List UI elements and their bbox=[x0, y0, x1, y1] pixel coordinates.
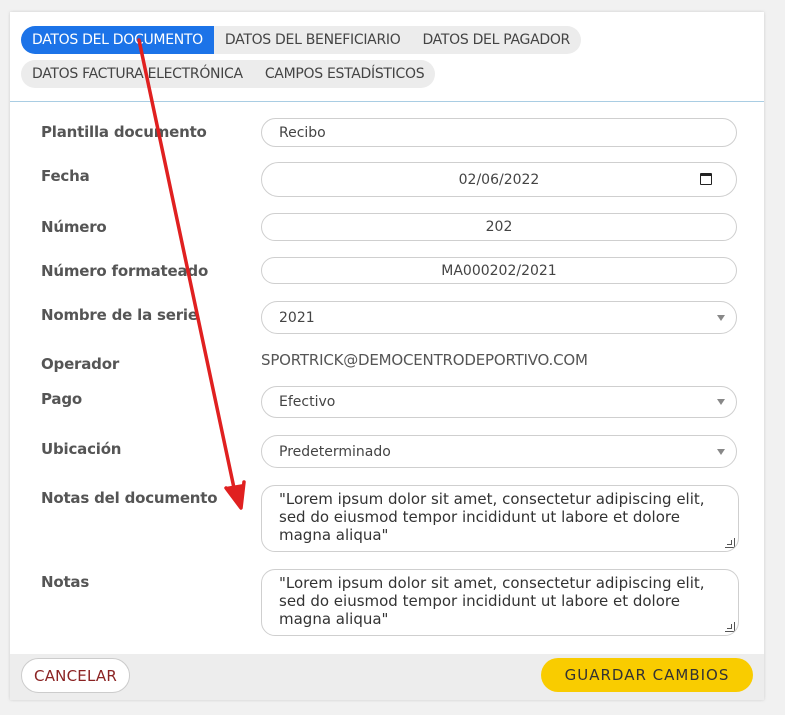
ubicacion-value: Predeterminado bbox=[279, 443, 391, 460]
notas-value: "Lorem ipsum dolor sit amet, consectetur… bbox=[279, 574, 705, 628]
notas-documento-value: "Lorem ipsum dolor sit amet, consectetur… bbox=[279, 490, 705, 544]
resize-handle-icon[interactable] bbox=[725, 622, 735, 632]
label-numero: Número bbox=[41, 218, 107, 236]
label-numero-formateado: Número formateado bbox=[41, 262, 209, 280]
tab-campos-estadisticos[interactable]: CAMPOS ESTADÍSTICOS bbox=[253, 60, 436, 88]
chevron-down-icon bbox=[717, 314, 725, 321]
operador-value: SPORTRICK@DEMOCENTRODEPORTIVO.COM bbox=[261, 351, 588, 369]
label-serie: Nombre de la serie bbox=[41, 306, 198, 324]
pago-value: Efectivo bbox=[279, 394, 336, 410]
label-ubicacion: Ubicación bbox=[41, 440, 122, 458]
numero-input[interactable]: 202 bbox=[261, 213, 737, 241]
pago-select[interactable]: Efectivo bbox=[261, 386, 737, 418]
chevron-down-icon bbox=[717, 448, 725, 455]
fecha-date-input[interactable]: 02/06/2022 bbox=[261, 162, 737, 197]
cancel-button[interactable]: CANCELAR bbox=[21, 658, 130, 693]
notas-documento-textarea[interactable]: "Lorem ipsum dolor sit amet, consectetur… bbox=[261, 485, 739, 552]
plantilla-input[interactable]: Recibo bbox=[261, 118, 737, 147]
label-plantilla: Plantilla documento bbox=[41, 123, 207, 141]
chevron-down-icon bbox=[717, 399, 725, 405]
ubicacion-select[interactable]: Predeterminado bbox=[261, 435, 737, 468]
serie-select[interactable]: 2021 bbox=[261, 301, 737, 334]
numero-formateado-input[interactable]: MA000202/2021 bbox=[261, 257, 737, 284]
footer-bar: CANCELAR GUARDAR CAMBIOS bbox=[10, 654, 764, 700]
label-notas: Notas bbox=[41, 573, 90, 591]
numero-value: 202 bbox=[485, 219, 513, 235]
tab-datos-factura-electronica[interactable]: DATOS FACTURA ELECTRÓNICA bbox=[21, 60, 254, 88]
fecha-value: 02/06/2022 bbox=[458, 171, 540, 188]
tab-datos-pagador[interactable]: DATOS DEL PAGADOR bbox=[411, 26, 581, 54]
tab-datos-documento[interactable]: DATOS DEL DOCUMENTO bbox=[21, 26, 214, 54]
numero-formateado-value: MA000202/2021 bbox=[441, 262, 557, 279]
notas-textarea[interactable]: "Lorem ipsum dolor sit amet, consectetur… bbox=[261, 569, 739, 636]
tab-bar: DATOS DEL DOCUMENTO DATOS DEL BENEFICIAR… bbox=[21, 26, 581, 94]
save-changes-button[interactable]: GUARDAR CAMBIOS bbox=[541, 658, 753, 692]
document-edit-card: DATOS DEL DOCUMENTO DATOS DEL BENEFICIAR… bbox=[10, 12, 764, 700]
tab-datos-beneficiario[interactable]: DATOS DEL BENEFICIARIO bbox=[213, 26, 412, 54]
resize-handle-icon[interactable] bbox=[725, 538, 735, 548]
tab-divider bbox=[10, 101, 764, 102]
label-notas-documento: Notas del documento bbox=[41, 489, 218, 507]
serie-value: 2021 bbox=[279, 309, 315, 326]
plantilla-value: Recibo bbox=[279, 124, 326, 141]
calendar-icon[interactable] bbox=[700, 173, 712, 185]
label-operador: Operador bbox=[41, 355, 120, 373]
label-pago: Pago bbox=[41, 390, 82, 408]
label-fecha: Fecha bbox=[41, 167, 90, 185]
